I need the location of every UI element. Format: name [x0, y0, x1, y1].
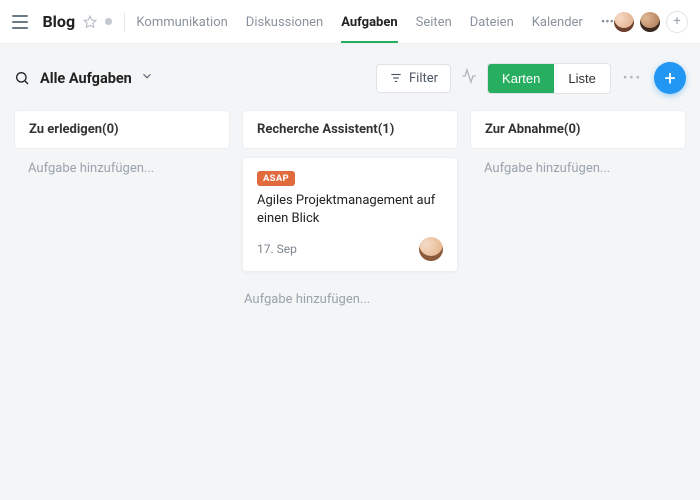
topbar-right: + — [614, 11, 688, 33]
add-task-fab[interactable]: + — [654, 62, 686, 94]
column-header[interactable]: Zur Abnahme(0) — [470, 110, 686, 149]
more-options-icon[interactable]: ••• — [623, 71, 642, 86]
card-list: ASAP Agiles Projektmanagement auf einen … — [242, 157, 458, 311]
column-title: Zur Abnahme — [485, 122, 564, 137]
tab-aufgaben[interactable]: Aufgaben — [341, 2, 397, 42]
filter-icon — [389, 71, 403, 85]
view-list-button[interactable]: Liste — [554, 64, 609, 93]
tab-seiten[interactable]: Seiten — [416, 2, 452, 42]
subheader: Alle Aufgaben Filter Karten Liste ••• + — [14, 44, 686, 110]
column-count: (0) — [564, 122, 581, 137]
task-title: Agiles Projektmanagement auf einen Blick — [257, 192, 443, 227]
view-title[interactable]: Alle Aufgaben — [40, 70, 132, 87]
content-area: Alle Aufgaben Filter Karten Liste ••• + … — [0, 44, 700, 500]
status-dot-icon — [105, 18, 111, 25]
kanban-columns: Zu erledigen(0) Aufgabe hinzufügen... Re… — [14, 110, 686, 311]
add-task-input[interactable]: Aufgabe hinzufügen... — [470, 149, 686, 188]
workspace-title[interactable]: Blog — [42, 12, 75, 31]
add-member-button[interactable]: + — [666, 11, 688, 33]
filter-button[interactable]: Filter — [376, 64, 451, 93]
filter-label: Filter — [409, 71, 438, 86]
assignee-avatar[interactable] — [419, 237, 443, 261]
hamburger-icon[interactable] — [12, 15, 28, 29]
add-task-input[interactable]: Aufgabe hinzufügen... — [14, 149, 230, 188]
column-header[interactable]: Recherche Assistent(1) — [242, 110, 458, 149]
nav-tabs: Kommunikation Diskussionen Aufgaben Seit… — [136, 2, 614, 42]
search-icon[interactable] — [14, 70, 30, 86]
column-count: (0) — [102, 122, 119, 137]
avatar[interactable] — [614, 12, 634, 32]
add-task-input[interactable]: Aufgabe hinzufügen... — [242, 280, 458, 311]
tab-dateien[interactable]: Dateien — [470, 2, 514, 42]
tab-kalender[interactable]: Kalender — [532, 2, 583, 42]
column-recherche-assistent: Recherche Assistent(1) ASAP Agiles Proje… — [242, 110, 458, 311]
view-toggle: Karten Liste — [487, 63, 611, 94]
priority-tag: ASAP — [257, 171, 295, 186]
tab-kommunikation[interactable]: Kommunikation — [136, 2, 227, 42]
column-title: Zu erledigen — [29, 122, 102, 137]
activity-icon[interactable] — [461, 68, 477, 88]
chevron-down-icon[interactable] — [140, 69, 154, 87]
avatar[interactable] — [640, 12, 660, 32]
column-header[interactable]: Zu erledigen(0) — [14, 110, 230, 149]
topbar: Blog Kommunikation Diskussionen Aufgaben… — [0, 0, 700, 44]
tab-diskussionen[interactable]: Diskussionen — [246, 2, 323, 42]
column-count: (1) — [378, 122, 395, 137]
card-footer: 17. Sep — [257, 237, 443, 261]
column-title: Recherche Assistent — [257, 122, 378, 137]
task-card[interactable]: ASAP Agiles Projektmanagement auf einen … — [242, 157, 458, 272]
column-zu-erledigen: Zu erledigen(0) Aufgabe hinzufügen... — [14, 110, 230, 188]
tab-more-icon[interactable]: ••• — [601, 2, 614, 42]
view-cards-button[interactable]: Karten — [488, 64, 554, 93]
task-date: 17. Sep — [257, 242, 297, 256]
column-zur-abnahme: Zur Abnahme(0) Aufgabe hinzufügen... — [470, 110, 686, 188]
star-icon[interactable] — [83, 15, 97, 29]
separator — [124, 12, 125, 32]
